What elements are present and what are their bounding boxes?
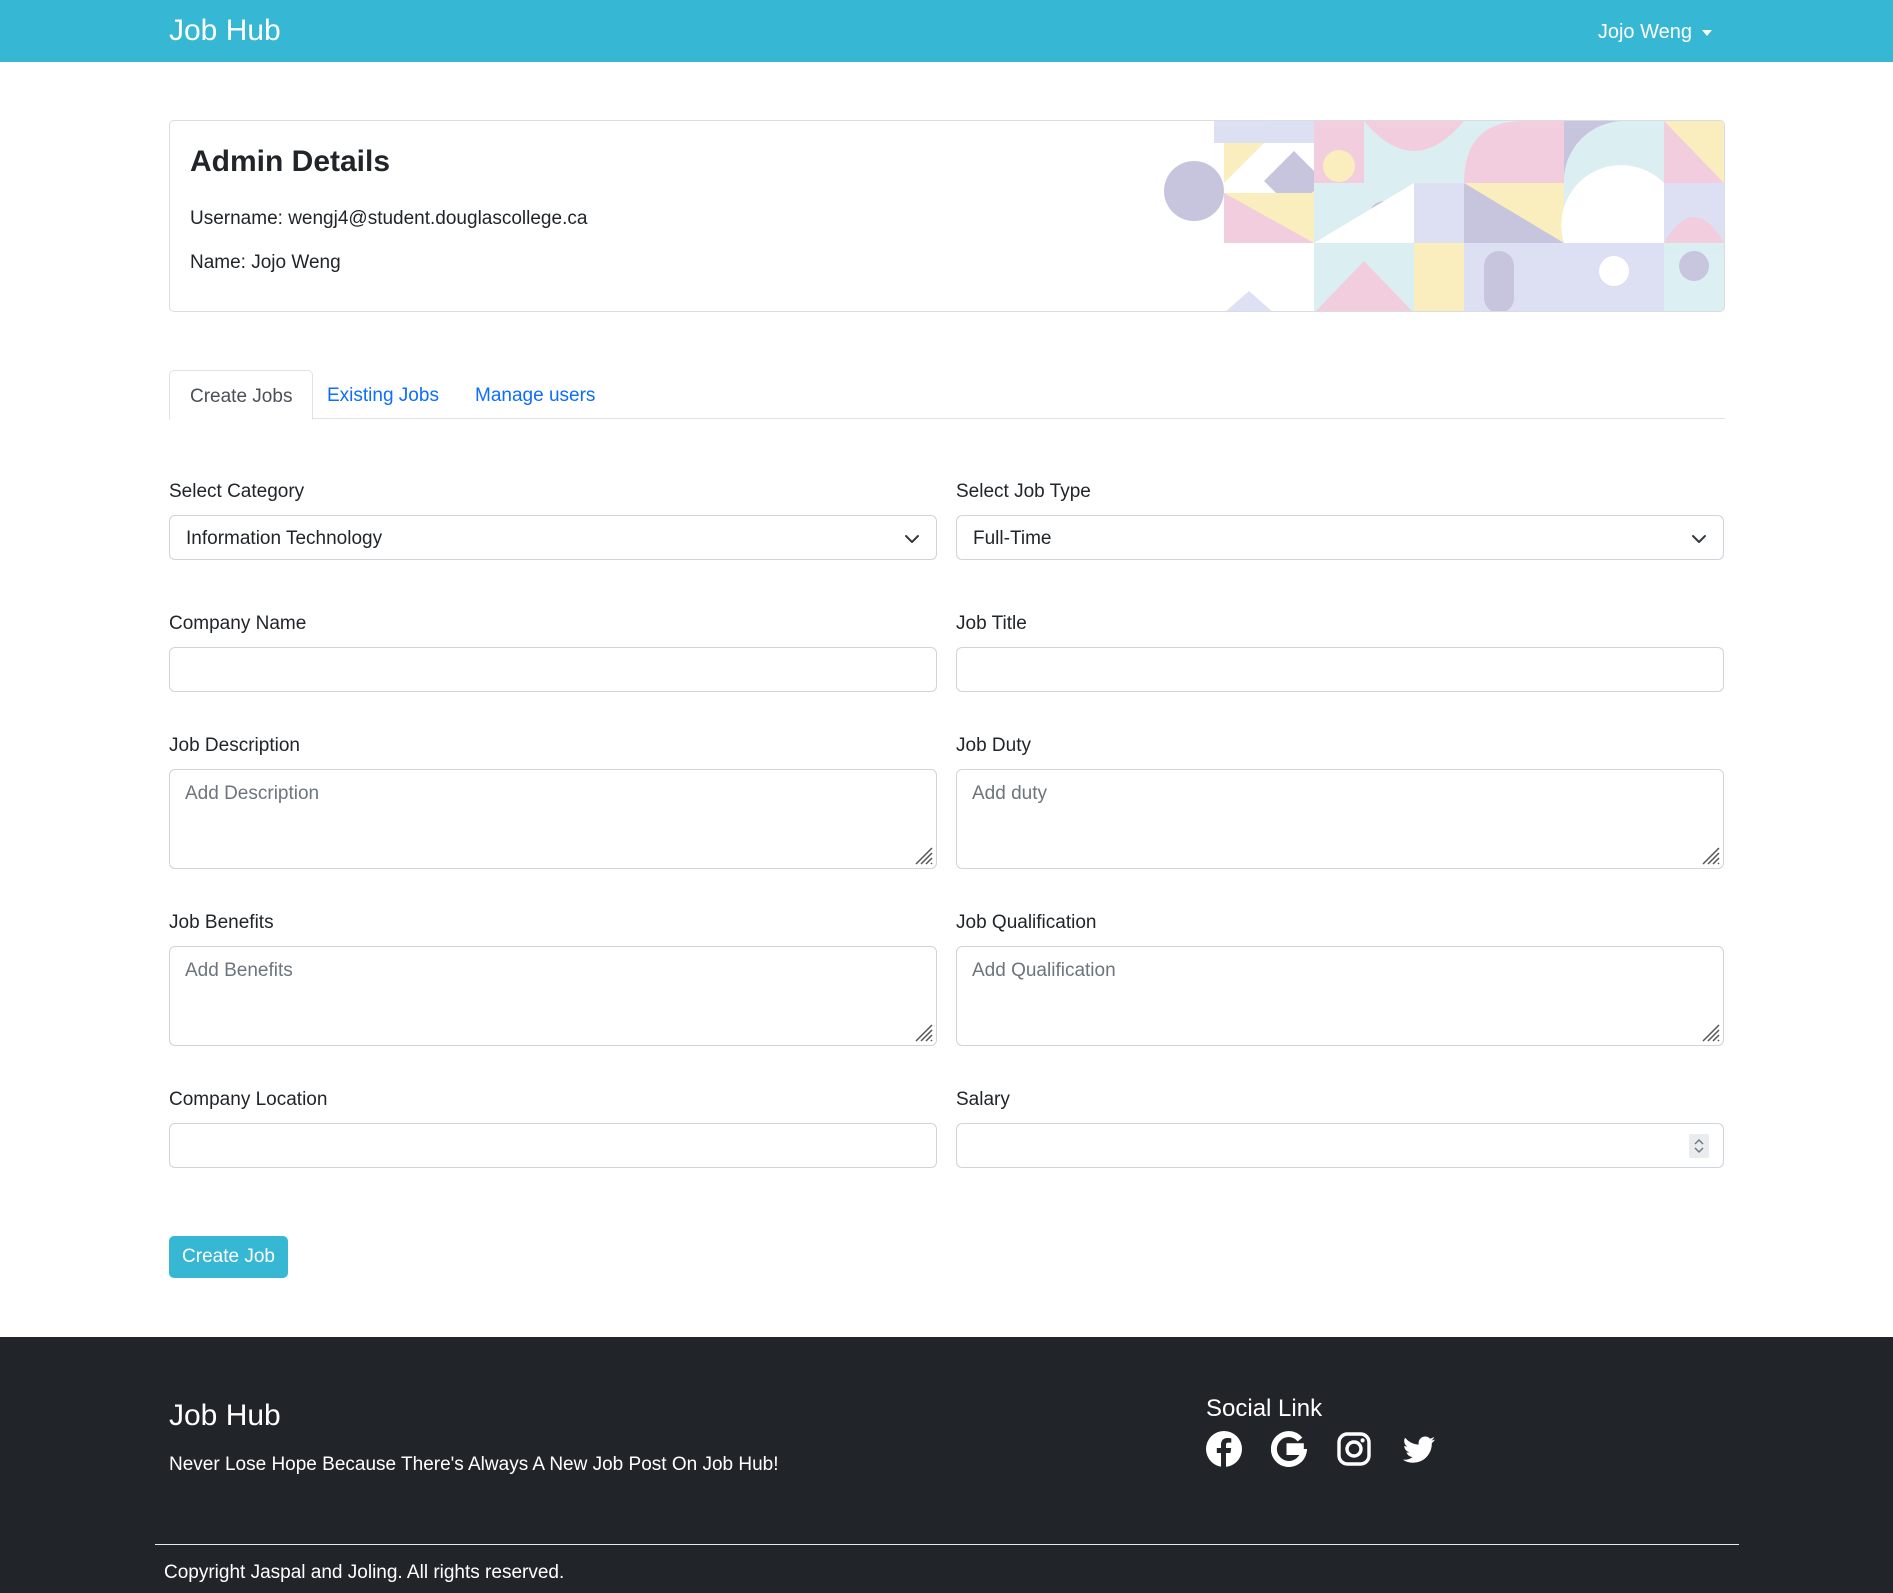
job-duty-textarea[interactable]: Add duty	[956, 769, 1724, 869]
job-title-label: Job Title	[956, 613, 1027, 634]
social-icons	[1206, 1431, 1437, 1467]
job-benefits-textarea[interactable]: Add Benefits	[169, 946, 937, 1046]
company-location-label: Company Location	[169, 1089, 328, 1110]
company-location-input[interactable]	[169, 1123, 937, 1168]
chevron-down-icon	[1692, 535, 1706, 543]
job-benefits-label: Job Benefits	[169, 912, 274, 933]
category-label: Select Category	[169, 481, 305, 502]
footer-divider	[155, 1544, 1739, 1545]
job-description-placeholder: Add Description	[185, 783, 320, 804]
twitter-icon[interactable]	[1401, 1431, 1437, 1467]
tab-bar: Create Jobs Existing Jobs Manage users	[169, 370, 1725, 420]
admin-details-card: Admin Details Username: wengj4@student.d…	[169, 120, 1725, 312]
user-name: Jojo Weng	[1597, 21, 1692, 43]
google-icon[interactable]	[1271, 1431, 1307, 1467]
top-navbar: Job Hub Jojo Weng	[0, 0, 1893, 62]
job-duty-placeholder: Add duty	[972, 783, 1047, 804]
footer-brand: Job Hub	[169, 1399, 281, 1432]
job-benefits-placeholder: Add Benefits	[185, 960, 293, 981]
footer-tagline: Never Lose Hope Because There's Always A…	[169, 1454, 779, 1475]
admin-title: Admin Details	[190, 145, 391, 178]
salary-input[interactable]	[956, 1123, 1724, 1168]
job-qualification-placeholder: Add Qualification	[972, 960, 1116, 981]
decorative-pattern	[1164, 121, 1724, 311]
job-type-select[interactable]: Full-Time	[956, 515, 1724, 560]
company-name-input[interactable]	[169, 647, 937, 692]
caret-down-icon	[1702, 30, 1712, 36]
job-qualification-label: Job Qualification	[956, 912, 1097, 933]
chevron-down-icon	[905, 535, 919, 543]
resize-grip-icon[interactable]	[912, 1021, 934, 1043]
category-select[interactable]: Information Technology	[169, 515, 937, 560]
footer-copyright: Copyright Jaspal and Joling. All rights …	[164, 1562, 565, 1583]
admin-name: Name: Jojo Weng	[190, 252, 341, 273]
job-description-label: Job Description	[169, 735, 300, 756]
navbar-brand[interactable]: Job Hub	[169, 12, 281, 50]
job-type-value: Full-Time	[973, 528, 1052, 549]
instagram-icon[interactable]	[1336, 1431, 1372, 1467]
admin-username: Username: wengj4@student.douglascollege.…	[190, 208, 588, 229]
spinner-arrows-icon	[1694, 1139, 1704, 1153]
job-type-label: Select Job Type	[956, 481, 1091, 502]
job-description-textarea[interactable]: Add Description	[169, 769, 937, 869]
social-heading: Social Link	[1206, 1395, 1323, 1422]
site-footer: Job Hub Never Lose Hope Because There's …	[0, 1337, 1893, 1593]
category-value: Information Technology	[186, 528, 383, 549]
tab-manage-users[interactable]: Manage users	[455, 370, 615, 419]
job-title-input[interactable]	[956, 647, 1724, 692]
company-name-label: Company Name	[169, 613, 307, 634]
facebook-icon[interactable]	[1206, 1431, 1242, 1467]
resize-grip-icon[interactable]	[912, 844, 934, 866]
resize-grip-icon[interactable]	[1699, 1021, 1721, 1043]
tab-existing-jobs[interactable]: Existing Jobs	[307, 370, 459, 419]
create-job-button[interactable]: Create Job	[169, 1236, 288, 1278]
tab-create-jobs[interactable]: Create Jobs	[169, 370, 314, 420]
salary-label: Salary	[956, 1089, 1010, 1110]
user-dropdown[interactable]: Jojo Weng	[1598, 20, 1712, 44]
job-duty-label: Job Duty	[956, 735, 1031, 756]
number-spinner[interactable]	[1689, 1134, 1709, 1158]
resize-grip-icon[interactable]	[1699, 844, 1721, 866]
job-qualification-textarea[interactable]: Add Qualification	[956, 946, 1724, 1046]
